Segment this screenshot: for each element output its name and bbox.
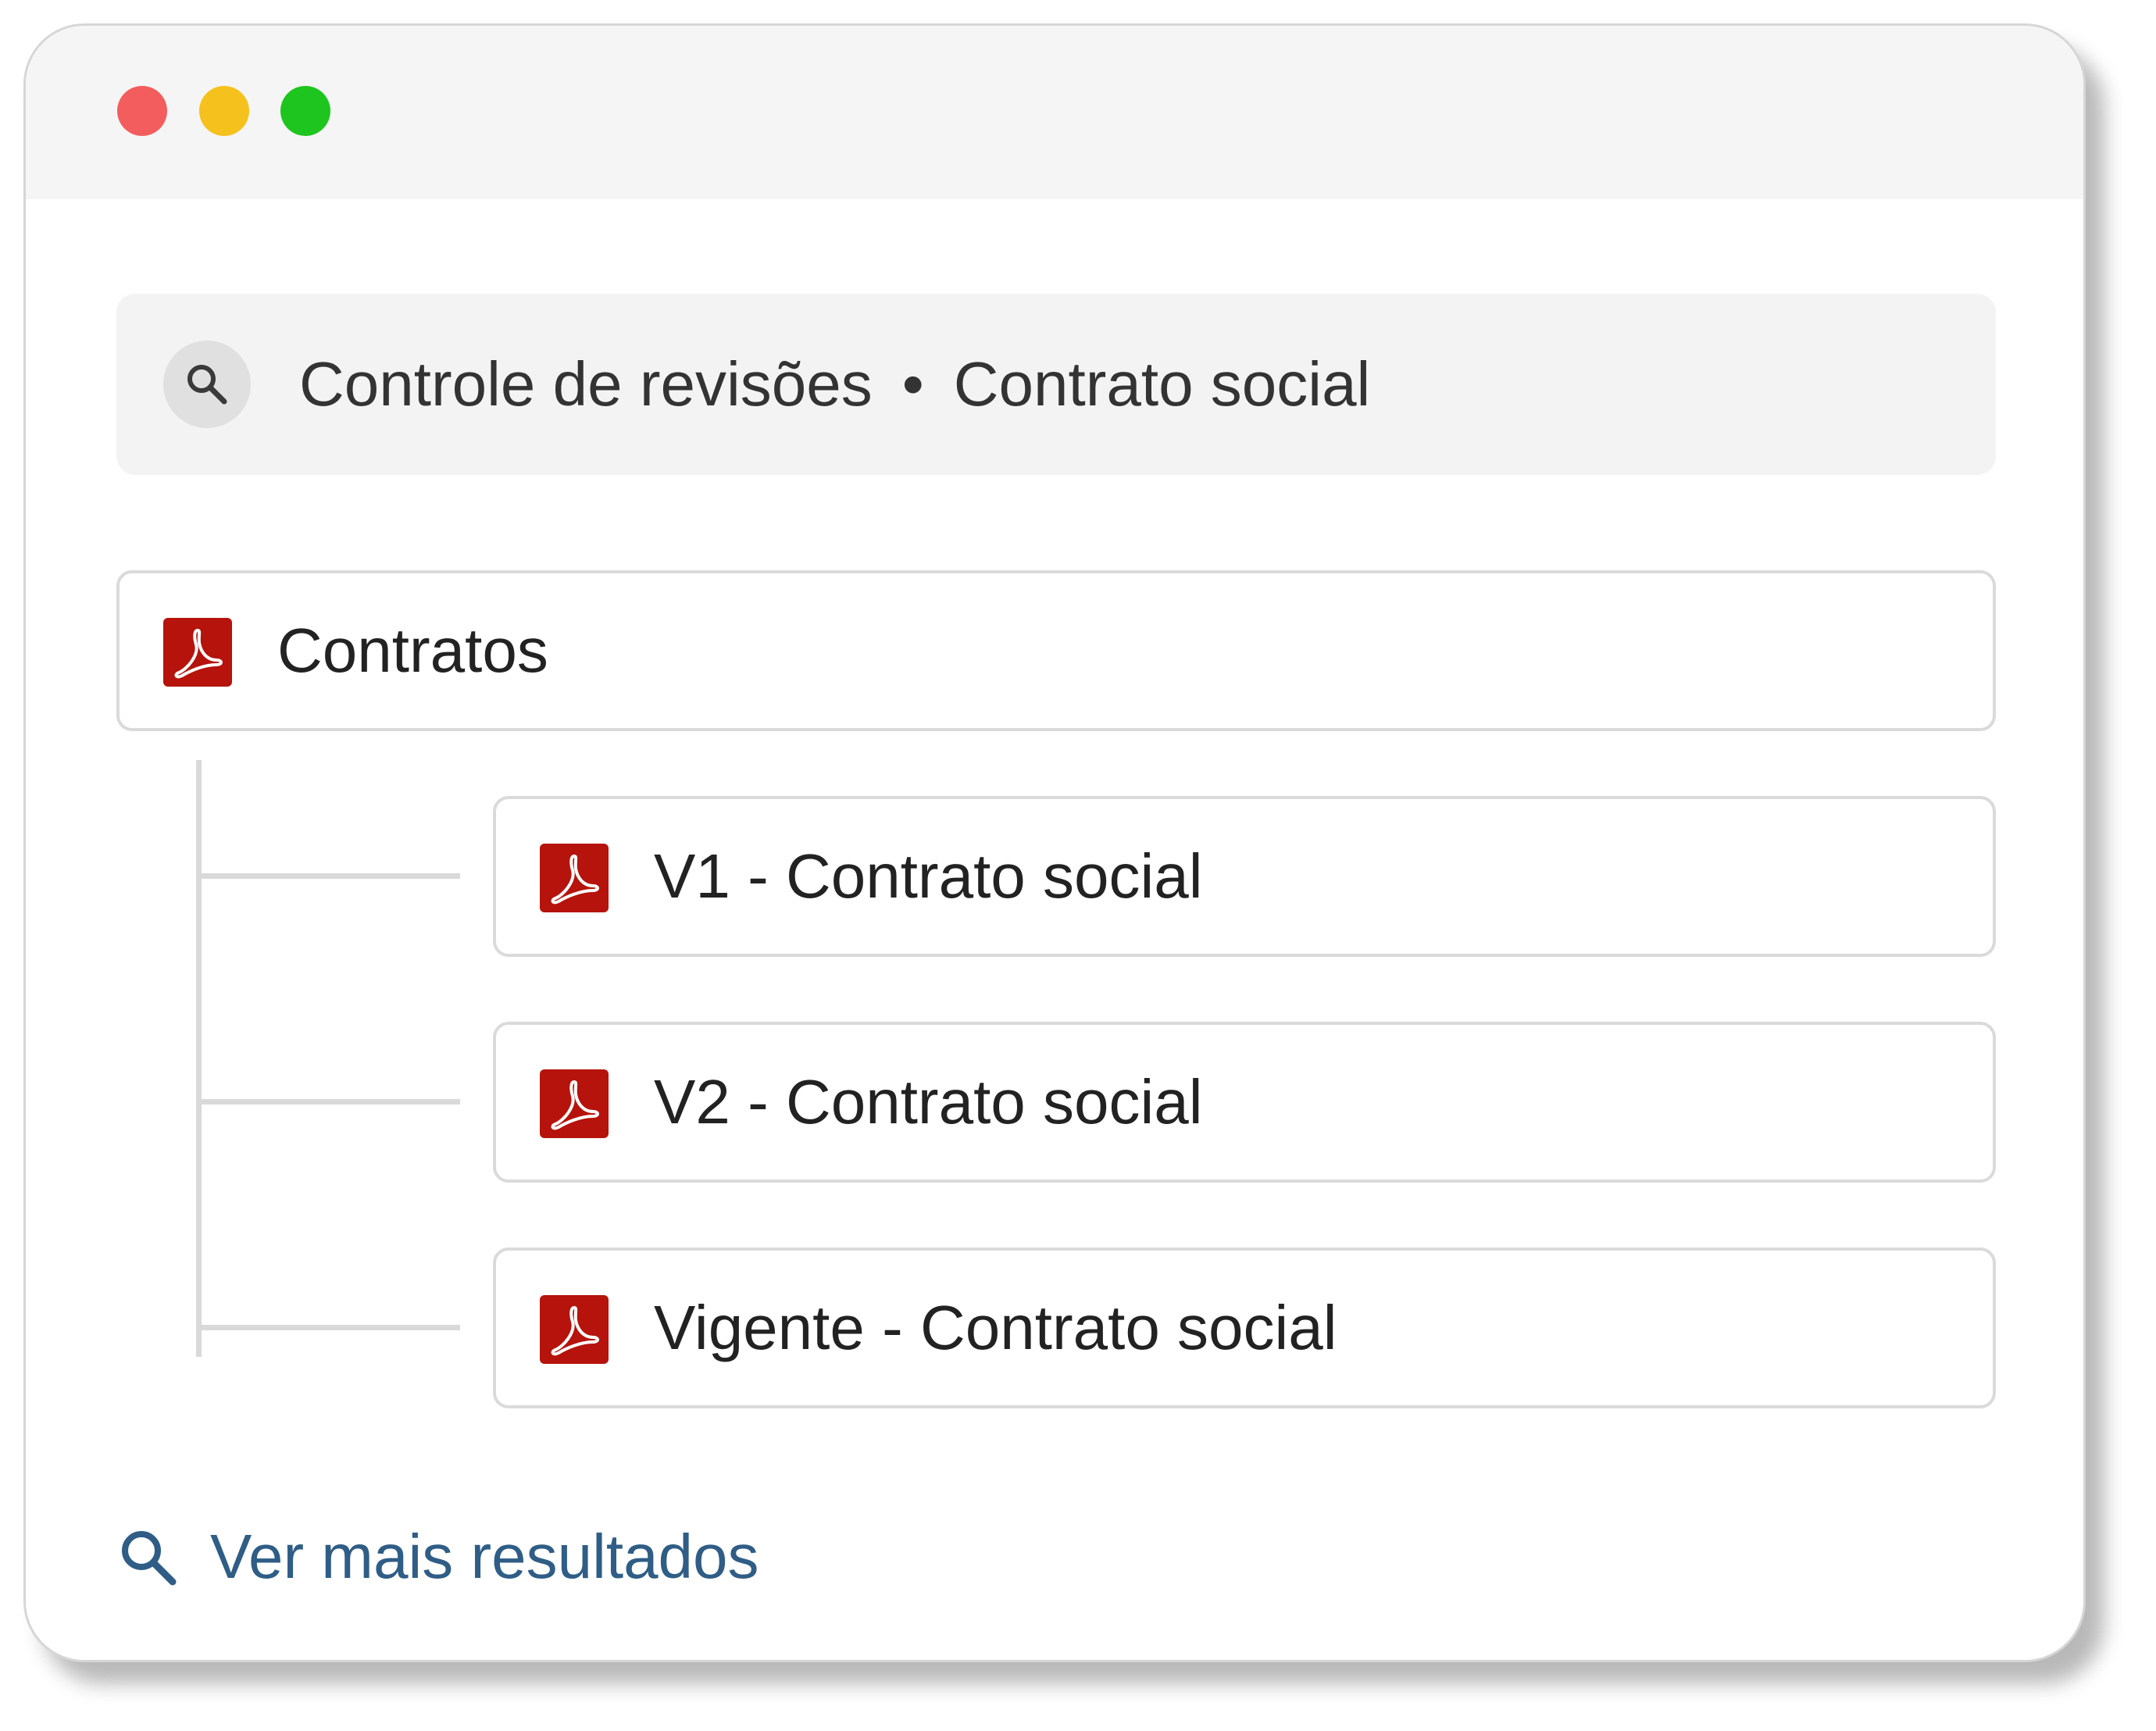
search-path-parent: Controle de revisões [299,349,873,419]
result-label: Vigente - Contrato social [654,1293,1337,1362]
minimize-window-button[interactable] [199,86,249,136]
close-window-button[interactable] [117,86,167,136]
tree-connector-branch [196,873,460,879]
result-file-v1[interactable]: V1 - Contrato social [493,796,1996,957]
title-bar [26,26,2083,199]
maximize-window-button[interactable] [280,86,330,136]
pdf-file-icon [540,1069,609,1138]
result-label: Contratos [277,616,548,685]
result-file-vigente[interactable]: Vigente - Contrato social [493,1247,1996,1408]
tree-connector-branch [196,1325,460,1330]
search-path-separator: • [901,349,924,419]
pdf-file-icon [163,618,232,687]
tree-connector-vertical [196,760,202,1357]
result-label: V2 - Contrato social [654,1067,1203,1137]
search-icon [122,1531,177,1586]
result-folder-contratos[interactable]: Contratos [116,570,1996,731]
tree-connector-branch [196,1099,460,1105]
more-results-link[interactable]: Ver mais resultados [116,1510,759,1604]
search-icon [163,341,251,428]
pdf-file-icon [540,844,609,912]
result-file-v2[interactable]: V2 - Contrato social [493,1022,1996,1183]
search-path-current: Contrato social [953,349,1371,419]
search-query[interactable]: Controle de revisões • Contrato social [299,294,1370,475]
more-results-label: Ver mais resultados [210,1522,759,1591]
search-bar[interactable]: Controle de revisões • Contrato social [116,294,1996,475]
app-window: Controle de revisões • Contrato social Con… [23,23,2086,1662]
result-label: V1 - Contrato social [654,841,1203,911]
pdf-file-icon [540,1295,609,1364]
